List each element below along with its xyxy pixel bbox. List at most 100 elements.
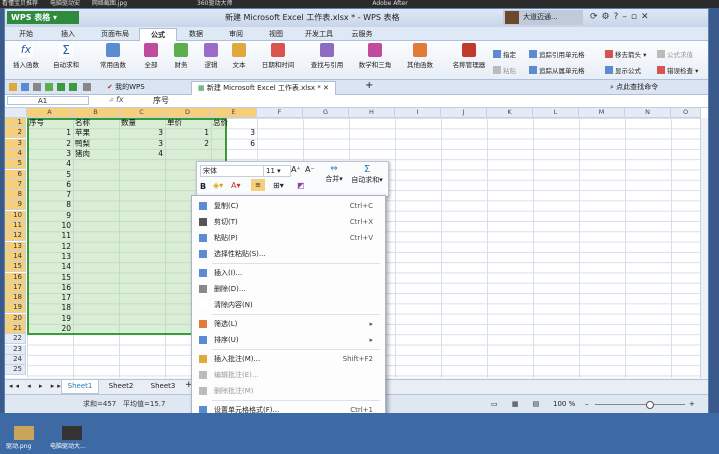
column-header[interactable]: O	[671, 108, 701, 118]
total-cell[interactable]	[213, 149, 255, 159]
all-functions-button[interactable]: 全部	[139, 43, 163, 77]
tab-developer[interactable]: 开发工具	[299, 28, 339, 40]
preview-icon[interactable]	[45, 83, 53, 91]
name-box[interactable]: A1	[7, 96, 89, 105]
sheet-tab[interactable]: Sheet3	[145, 380, 181, 393]
seq-cell[interactable]: 17	[29, 293, 71, 303]
print-icon[interactable]	[33, 83, 41, 91]
column-header[interactable]: A	[27, 108, 73, 118]
close-icon[interactable]: ✕	[641, 12, 653, 22]
context-menu-item[interactable]: 编辑批注(E)...	[192, 367, 385, 383]
save-icon[interactable]	[21, 83, 29, 91]
row-header[interactable]: 18	[5, 293, 26, 304]
seq-cell[interactable]: 15	[29, 273, 71, 283]
price-cell[interactable]: 1	[167, 128, 209, 138]
insert-function-button[interactable]: fx 插入函数	[9, 43, 43, 77]
row-header[interactable]: 6	[5, 169, 26, 180]
header-cell[interactable]: 单价	[167, 118, 182, 128]
total-cell[interactable]: 6	[213, 139, 255, 149]
seq-cell[interactable]: 8	[29, 200, 71, 210]
date-time-button[interactable]: 日期和时间	[255, 43, 301, 77]
tab-home[interactable]: 开始	[11, 28, 41, 40]
name-cell[interactable]: 猪肉	[75, 149, 90, 159]
qty-cell[interactable]: 4	[121, 149, 163, 159]
seq-cell[interactable]: 20	[29, 324, 71, 334]
seq-cell[interactable]: 14	[29, 262, 71, 272]
trace-precedents-button[interactable]: 追踪引用单元格	[529, 49, 585, 59]
settings-icon[interactable]: ⚙	[602, 12, 614, 22]
redo-icon[interactable]	[69, 83, 77, 91]
name-cell[interactable]: 苹果	[75, 128, 90, 138]
wps-menu-button[interactable]: WPS 表格 ▾	[7, 11, 79, 24]
tab-formulas[interactable]: 公式	[139, 28, 177, 41]
column-header[interactable]: B	[73, 108, 119, 118]
column-header[interactable]: I	[395, 108, 441, 118]
row-header[interactable]: 20	[5, 313, 26, 324]
undo-icon[interactable]	[57, 83, 65, 91]
seq-cell[interactable]: 3	[29, 149, 71, 159]
row-header[interactable]: 16	[5, 272, 26, 283]
row-header[interactable]: 5	[5, 159, 26, 170]
tab-page-layout[interactable]: 页面布局	[95, 28, 135, 40]
borders-icon[interactable]: ⊞▾	[273, 181, 284, 190]
logical-button[interactable]: 逻辑	[199, 43, 223, 77]
sheet-nav-icons[interactable]: ◂◂ ◂ ▸ ▸▸	[9, 382, 64, 390]
open-icon[interactable]	[9, 83, 17, 91]
user-account[interactable]: 大道迈通...	[503, 10, 583, 25]
close-tab-icon[interactable]: ✕	[323, 84, 329, 92]
header-cell[interactable]: 序号	[29, 118, 44, 128]
tab-review[interactable]: 审阅	[221, 28, 251, 40]
tab-insert[interactable]: 插入	[53, 28, 83, 40]
zoom-slider[interactable]	[595, 404, 685, 405]
row-header[interactable]: 17	[5, 282, 26, 293]
total-cell[interactable]: 3	[213, 128, 255, 138]
column-header[interactable]: J	[441, 108, 487, 118]
decrease-font-icon[interactable]: A⁻	[305, 165, 315, 174]
show-formulas-button[interactable]: 显示公式	[605, 65, 641, 75]
seq-cell[interactable]: 7	[29, 190, 71, 200]
column-header[interactable]: E	[211, 108, 257, 118]
error-check-button[interactable]: 错误检查 ▾	[657, 65, 698, 75]
context-menu-item[interactable]: 剪切(T) Ctrl+X	[192, 214, 385, 230]
row-header[interactable]: 14	[5, 251, 26, 262]
context-menu-item[interactable]: 筛选(L) ▸	[192, 316, 385, 332]
column-header[interactable]: F	[257, 108, 303, 118]
context-menu-item[interactable]: 清除内容(N)	[192, 297, 385, 313]
view-mode-icons[interactable]: ▭ ▦ ▤	[491, 395, 545, 413]
maximize-icon[interactable]: ▫	[631, 12, 641, 22]
image-file-icon[interactable]	[14, 426, 34, 440]
row-header[interactable]: 23	[5, 344, 26, 355]
autosum-button[interactable]: Σ 自动求和	[49, 43, 83, 77]
financial-button[interactable]: 财务	[169, 43, 193, 77]
command-search[interactable]: ⌕ 点此查找命令	[610, 81, 658, 93]
seq-cell[interactable]: 11	[29, 231, 71, 241]
row-header[interactable]: 2	[5, 128, 26, 139]
row-header[interactable]: 4	[5, 148, 26, 159]
tab-my-wps[interactable]: ✔ 我的WPS	[101, 81, 151, 94]
row-header[interactable]: 19	[5, 303, 26, 314]
seq-cell[interactable]: 10	[29, 221, 71, 231]
row-header[interactable]: 3	[5, 138, 26, 149]
select-all-corner[interactable]	[5, 108, 27, 118]
dropdown-icon[interactable]	[83, 83, 91, 91]
merge-button[interactable]: ⇔ 合并▾	[323, 164, 345, 184]
sheet-tab[interactable]: Sheet1	[61, 380, 99, 394]
row-header[interactable]: 24	[5, 354, 26, 365]
lookup-button[interactable]: 查找与引用	[305, 43, 349, 77]
evaluate-formula-button[interactable]: 公式求值	[657, 49, 693, 59]
context-menu-item[interactable]: 选择性粘贴(S)...	[192, 246, 385, 262]
seq-cell[interactable]: 5	[29, 170, 71, 180]
row-header[interactable]: 25	[5, 365, 26, 376]
tab-document[interactable]: ▦ 新建 Microsoft Excel 工作表.xlsx * ✕	[191, 81, 336, 95]
row-header[interactable]: 21	[5, 324, 26, 334]
column-header[interactable]: N	[625, 108, 671, 118]
fill-color-icon[interactable]: ◈▾	[213, 181, 223, 190]
formula-input[interactable]: 序号	[153, 95, 169, 107]
seq-cell[interactable]: 4	[29, 159, 71, 169]
text-button[interactable]: 文本	[227, 43, 251, 77]
context-menu-item[interactable]: 删除批注(M)	[192, 383, 385, 399]
row-header[interactable]: 1	[5, 118, 26, 128]
context-menu-item[interactable]: 插入批注(M)... Shift+F2	[192, 351, 385, 367]
seq-cell[interactable]: 19	[29, 314, 71, 324]
trace-dependents-button[interactable]: 追踪从属单元格	[529, 65, 585, 75]
